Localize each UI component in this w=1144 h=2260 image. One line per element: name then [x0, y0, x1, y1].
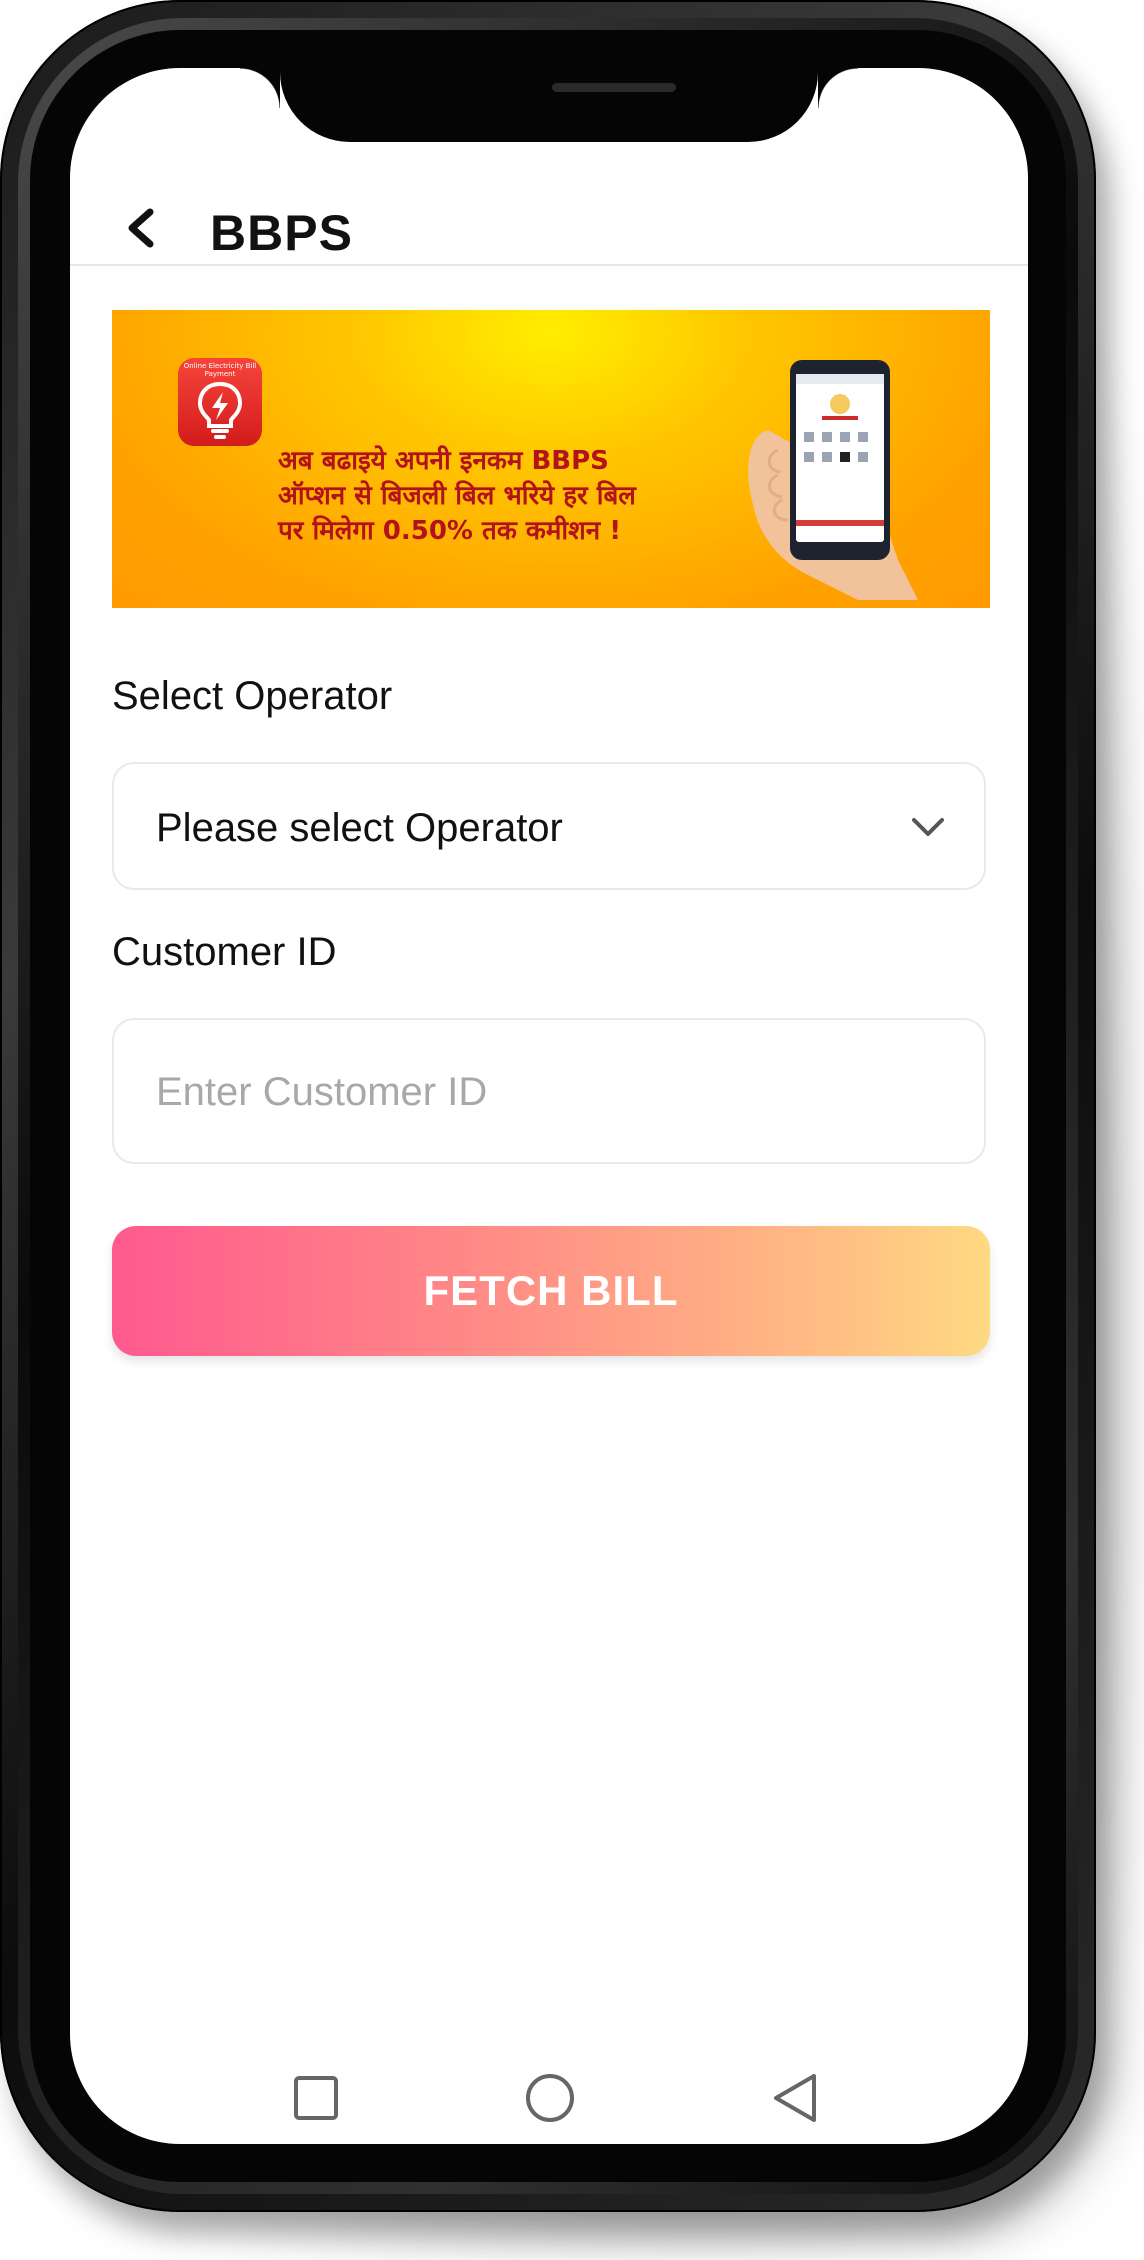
- chevron-down-icon: [912, 818, 944, 836]
- operator-select-value: Please select Operator: [156, 806, 563, 850]
- phone-frame: BBPS Online Electricity Bill Payment अब …: [0, 0, 1096, 2212]
- circle-icon: [526, 2074, 574, 2122]
- recent-apps-button[interactable]: [274, 2058, 354, 2138]
- app-screen: BBPS Online Electricity Bill Payment अब …: [70, 68, 1028, 2144]
- nav-back-button[interactable]: [756, 2058, 836, 2138]
- electricity-app-logo: Online Electricity Bill Payment: [178, 358, 262, 446]
- fetch-bill-button[interactable]: FETCH BILL: [112, 1226, 990, 1356]
- app-bar: BBPS: [70, 168, 1028, 266]
- hand-holding-phone-image: [748, 360, 918, 600]
- square-icon: [294, 2076, 338, 2120]
- customer-id-label: Customer ID: [112, 930, 337, 974]
- page-title: BBPS: [210, 205, 353, 261]
- system-navigation-bar: [70, 2058, 1028, 2138]
- lightbulb-icon: [197, 381, 243, 439]
- camera-notch: [240, 68, 858, 142]
- operator-label: Select Operator: [112, 674, 393, 718]
- triangle-back-icon: [774, 2074, 816, 2122]
- promo-text: अब बढाइये अपनी इनकम BBPS ऑप्शन से बिजली …: [278, 446, 636, 546]
- customer-id-input[interactable]: [156, 1064, 936, 1120]
- speaker-grille: [552, 83, 676, 92]
- logo-text: Online Electricity Bill Payment: [183, 362, 257, 378]
- back-button[interactable]: [110, 198, 170, 258]
- promo-banner[interactable]: Online Electricity Bill Payment अब बढाइय…: [112, 310, 990, 608]
- chevron-left-icon: [128, 208, 154, 248]
- customer-id-field[interactable]: [112, 1018, 986, 1164]
- home-button[interactable]: [510, 2058, 590, 2138]
- operator-select[interactable]: Please select Operator: [112, 762, 986, 890]
